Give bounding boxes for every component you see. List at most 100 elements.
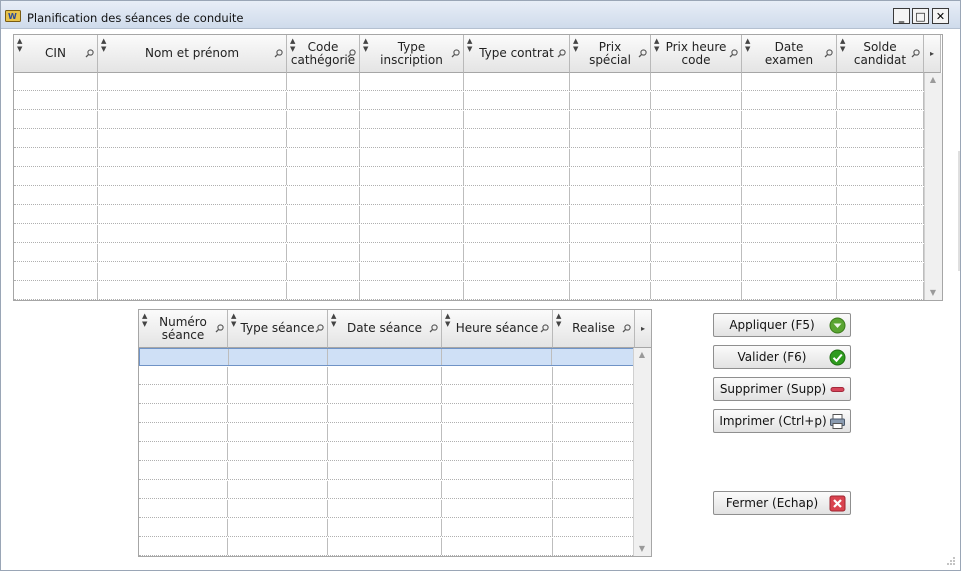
column-header[interactable]: ▲ ▼ Type séance xyxy=(228,310,328,348)
table-cell[interactable] xyxy=(553,481,635,498)
sort-icon[interactable]: ▲ ▼ xyxy=(654,37,659,53)
search-icon[interactable] xyxy=(557,49,566,58)
table-cell[interactable] xyxy=(742,282,837,299)
table-cell[interactable] xyxy=(553,367,635,384)
table-cell[interactable] xyxy=(228,519,328,536)
table-row[interactable] xyxy=(14,130,924,148)
search-icon[interactable] xyxy=(315,324,324,333)
table-cell[interactable] xyxy=(98,225,287,242)
table-cell[interactable] xyxy=(742,225,837,242)
scroll-down-icon[interactable]: ▼ xyxy=(925,286,941,300)
table-cell[interactable] xyxy=(98,282,287,299)
table-cell[interactable] xyxy=(328,538,442,555)
table-cell[interactable] xyxy=(228,386,328,403)
table-cell[interactable] xyxy=(442,367,553,384)
table-cell[interactable] xyxy=(553,462,635,479)
table-cell[interactable] xyxy=(287,149,360,166)
table-cell[interactable] xyxy=(553,424,635,441)
maximize-button[interactable]: □ xyxy=(912,8,929,24)
table-cell[interactable] xyxy=(360,111,464,128)
table-cell[interactable] xyxy=(742,187,837,204)
table-row[interactable] xyxy=(14,92,924,110)
table-cell[interactable] xyxy=(360,149,464,166)
sort-icon[interactable]: ▲ ▼ xyxy=(290,37,295,53)
table-cell[interactable] xyxy=(651,168,742,185)
table-row[interactable] xyxy=(139,500,635,518)
sort-icon[interactable]: ▲ ▼ xyxy=(745,37,750,53)
table-cell[interactable] xyxy=(837,225,924,242)
table-cell[interactable] xyxy=(360,130,464,147)
table-cell[interactable] xyxy=(464,206,570,223)
sessions-table-scrollbar[interactable]: ▲ ▼ xyxy=(633,348,651,556)
table-cell[interactable] xyxy=(14,225,98,242)
sort-icon[interactable]: ▲ ▼ xyxy=(231,312,236,328)
table-cell[interactable] xyxy=(287,168,360,185)
table-cell[interactable] xyxy=(837,149,924,166)
table-row[interactable] xyxy=(14,187,924,205)
table-cell[interactable] xyxy=(98,149,287,166)
column-header[interactable]: ▲ ▼ Code cathégorie xyxy=(287,35,360,73)
table-cell[interactable] xyxy=(837,111,924,128)
table-cell[interactable] xyxy=(228,481,328,498)
table-cell[interactable] xyxy=(742,168,837,185)
column-header[interactable]: ▲ ▼ Realise xyxy=(553,310,635,348)
table-cell[interactable] xyxy=(553,500,635,517)
column-header[interactable]: ▲ ▼ Date examen xyxy=(742,35,837,73)
search-icon[interactable] xyxy=(215,324,224,333)
table-row[interactable] xyxy=(14,206,924,224)
table-cell[interactable] xyxy=(742,73,837,90)
candidates-table[interactable]: ▲ ▼ CIN ▲ ▼ Nom et prénom ▲ ▼ Code cathégorie ▲ ▼ T… xyxy=(13,34,943,301)
search-icon[interactable] xyxy=(622,324,631,333)
table-cell[interactable] xyxy=(98,206,287,223)
sort-icon[interactable]: ▲ ▼ xyxy=(573,37,578,53)
column-header[interactable]: ▲ ▼ Heure séance xyxy=(442,310,553,348)
scroll-down-icon[interactable]: ▼ xyxy=(634,542,650,556)
search-icon[interactable] xyxy=(911,49,920,58)
more-columns-button[interactable]: ▸ xyxy=(635,310,651,348)
table-cell[interactable] xyxy=(228,367,328,384)
table-cell[interactable] xyxy=(570,92,651,109)
table-cell[interactable] xyxy=(464,149,570,166)
table-row[interactable] xyxy=(139,367,635,385)
table-cell[interactable] xyxy=(139,424,228,441)
table-cell[interactable] xyxy=(651,111,742,128)
table-row[interactable] xyxy=(139,348,635,366)
table-cell[interactable] xyxy=(287,282,360,299)
table-cell[interactable] xyxy=(14,282,98,299)
table-cell[interactable] xyxy=(442,462,553,479)
column-header[interactable]: ▲ ▼ CIN xyxy=(14,35,98,73)
table-cell[interactable] xyxy=(464,130,570,147)
search-icon[interactable] xyxy=(451,49,460,58)
table-cell[interactable] xyxy=(287,263,360,280)
table-cell[interactable] xyxy=(570,187,651,204)
table-cell[interactable] xyxy=(651,282,742,299)
table-cell[interactable] xyxy=(328,349,442,365)
table-cell[interactable] xyxy=(98,168,287,185)
table-row[interactable] xyxy=(14,244,924,262)
table-cell[interactable] xyxy=(14,206,98,223)
sort-icon[interactable]: ▲ ▼ xyxy=(840,37,845,53)
table-cell[interactable] xyxy=(287,130,360,147)
table-cell[interactable] xyxy=(139,538,228,555)
table-cell[interactable] xyxy=(360,225,464,242)
table-cell[interactable] xyxy=(14,130,98,147)
column-header[interactable]: ▲ ▼ Prix heure code xyxy=(651,35,742,73)
column-header[interactable]: ▲ ▼ Numéro séance xyxy=(139,310,228,348)
table-cell[interactable] xyxy=(228,500,328,517)
table-cell[interactable] xyxy=(742,92,837,109)
table-cell[interactable] xyxy=(442,386,553,403)
column-header[interactable]: ▲ ▼ Nom et prénom xyxy=(98,35,287,73)
search-icon[interactable] xyxy=(274,49,283,58)
sort-icon[interactable]: ▲ ▼ xyxy=(467,37,472,53)
table-cell[interactable] xyxy=(228,462,328,479)
table-cell[interactable] xyxy=(651,92,742,109)
table-cell[interactable] xyxy=(464,244,570,261)
table-cell[interactable] xyxy=(742,206,837,223)
table-cell[interactable] xyxy=(14,168,98,185)
table-cell[interactable] xyxy=(442,519,553,536)
table-cell[interactable] xyxy=(328,481,442,498)
table-cell[interactable] xyxy=(287,187,360,204)
table-row[interactable] xyxy=(139,462,635,480)
table-cell[interactable] xyxy=(553,519,635,536)
table-cell[interactable] xyxy=(287,92,360,109)
